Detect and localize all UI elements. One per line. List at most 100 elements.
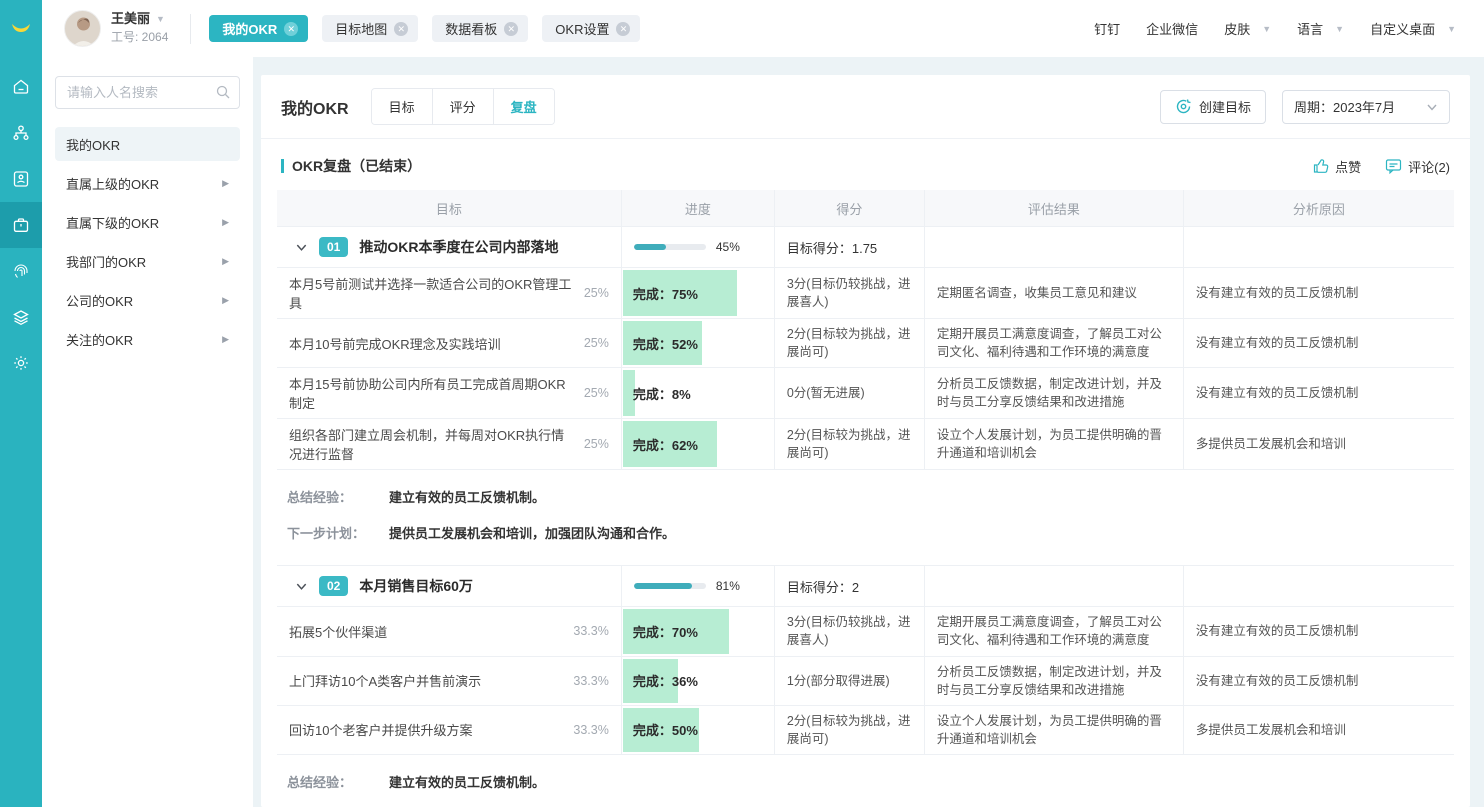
like-button[interactable]: 点赞 (1313, 157, 1361, 176)
workspace-tab-okr-settings[interactable]: OKR设置 ✕ (542, 15, 640, 42)
kr-evaluation: 定期开展员工满意度调查，了解员工对公司文化、福利待遇和工作环境的满意度 (925, 607, 1184, 655)
next-plan-text: 提供员工发展机会和培训，加强团队沟通和合作。 (389, 523, 675, 542)
sidebar-item-department-okr[interactable]: 我部门的OKR ▶ (55, 244, 240, 278)
search-icon[interactable] (215, 84, 231, 100)
col-score: 得分 (775, 190, 925, 226)
tab-scoring[interactable]: 评分 (433, 89, 494, 124)
rail-item-home[interactable] (0, 64, 42, 110)
workspace-tab-goal-map[interactable]: 目标地图 ✕ (322, 15, 418, 42)
like-label: 点赞 (1335, 157, 1361, 176)
kr-weight: 25% (584, 437, 609, 451)
completion-label: 完成：36% (622, 671, 698, 690)
comment-icon (1385, 158, 1402, 174)
close-icon[interactable]: ✕ (394, 22, 408, 36)
review-summary: 总结经验： 建立有效的员工反馈机制。 下一步计划： 提供员工发展机会和培训，加强… (277, 470, 1454, 565)
collapse-chevron-icon[interactable] (295, 241, 308, 254)
avatar[interactable] (64, 10, 101, 47)
kr-analysis: 没有建立有效的员工反馈机制 (1184, 607, 1454, 655)
close-icon[interactable]: ✕ (284, 22, 298, 36)
rail-item-okr-workspace[interactable] (0, 202, 42, 248)
rail-item-profile-doc[interactable] (0, 156, 42, 202)
rail-item-settings[interactable] (0, 340, 42, 386)
tab-label: 目标地图 (335, 19, 387, 38)
view-tabs: 目标 评分 复盘 (371, 88, 555, 125)
kr-analysis: 没有建立有效的员工反馈机制 (1184, 268, 1454, 318)
kr-row: 回访10个老客户并提供升级方案 33.3% 完成：50% 2分(目标较为挑战，进… (277, 706, 1454, 755)
workspace-tab-dashboard[interactable]: 数据看板 ✕ (432, 15, 528, 42)
sidebar-item-subordinate-okr[interactable]: 直属下级的OKR ▶ (55, 205, 240, 239)
org-chart-icon (11, 123, 31, 143)
app-logo[interactable] (0, 0, 42, 56)
search-input[interactable] (55, 76, 240, 109)
fingerprint-icon (11, 261, 31, 281)
home-icon (11, 77, 31, 97)
okr-sidebar: 我的OKR 直属上级的OKR ▶ 直属下级的OKR ▶ 我部门的OKR ▶ 公司… (42, 57, 253, 807)
chevron-right-icon: ▶ (222, 334, 229, 345)
employee-id: 工号: 2064 (111, 30, 168, 46)
chevron-right-icon: ▶ (222, 256, 229, 267)
sidebar-item-followed-okr[interactable]: 关注的OKR ▶ (55, 322, 240, 356)
comment-button[interactable]: 评论(2) (1385, 157, 1450, 176)
sidebar-item-supervisor-okr[interactable]: 直属上级的OKR ▶ (55, 166, 240, 200)
period-selector[interactable]: 周期：2023年7月 (1282, 90, 1450, 124)
close-icon[interactable]: ✕ (504, 22, 518, 36)
completion-label: 完成：70% (622, 622, 698, 641)
avatar-photo (65, 11, 101, 47)
chevron-down-icon: ▼ (1447, 24, 1456, 34)
tab-objectives[interactable]: 目标 (372, 89, 433, 124)
kr-title[interactable]: 上门拜访10个A类客户并售前演示 (289, 671, 481, 690)
tab-label: OKR设置 (555, 19, 609, 38)
summary-label: 总结经验： (287, 487, 375, 506)
link-wecom[interactable]: 企业微信 (1146, 19, 1198, 38)
kr-evaluation: 设立个人发展计划，为员工提供明确的晋升通道和培训机会 (925, 419, 1184, 469)
workspace-tabs: 我的OKR ✕ 目标地图 ✕ 数据看板 ✕ OKR设置 ✕ (209, 15, 640, 42)
kr-title[interactable]: 本月5号前测试并选择一款适合公司的OKR管理工具 (289, 274, 574, 312)
objective-group-1: 01 推动OKR本季度在公司内部落地 45% 目标得分：1.75 本月5号前测试… (277, 227, 1454, 565)
col-evaluation: 评估结果 (925, 190, 1184, 226)
kr-title[interactable]: 回访10个老客户并提供升级方案 (289, 720, 472, 739)
chevron-right-icon: ▶ (222, 295, 229, 306)
link-dingtalk[interactable]: 钉钉 (1094, 19, 1120, 38)
completion-label: 完成：62% (622, 435, 698, 454)
kr-title[interactable]: 本月10号前完成OKR理念及实践培训 (289, 334, 501, 353)
progress-bar (634, 244, 706, 250)
close-icon[interactable]: ✕ (616, 22, 630, 36)
divider (190, 14, 191, 44)
link-skin[interactable]: 皮肤▼ (1224, 19, 1271, 38)
summary-text: 建立有效的员工反馈机制。 (389, 772, 545, 791)
create-objective-button[interactable]: 创建目标 (1160, 90, 1266, 124)
progress-value: 81% (716, 579, 740, 593)
kr-title[interactable]: 组织各部门建立周会机制，并每周对OKR执行情况进行监督 (289, 425, 574, 463)
kr-analysis: 多提供员工发展机会和培训 (1184, 706, 1454, 754)
objective-score: 目标得分：2 (775, 566, 925, 606)
link-language[interactable]: 语言▼ (1297, 19, 1344, 38)
kr-title[interactable]: 拓展5个伙伴渠道 (289, 622, 387, 641)
sidebar-item-label: 我的OKR (66, 135, 120, 154)
chevron-down-icon[interactable]: ▼ (156, 14, 165, 26)
rail-item-org[interactable] (0, 110, 42, 156)
kr-row: 上门拜访10个A类客户并售前演示 33.3% 完成：36% 1分(部分取得进展)… (277, 657, 1454, 706)
tab-review[interactable]: 复盘 (494, 89, 554, 124)
link-custom-desktop[interactable]: 自定义桌面▼ (1370, 19, 1456, 38)
sidebar-item-company-okr[interactable]: 公司的OKR ▶ (55, 283, 240, 317)
rail-item-identity[interactable] (0, 248, 42, 294)
collapse-chevron-icon[interactable] (295, 580, 308, 593)
workspace-tab-my-okr[interactable]: 我的OKR ✕ (209, 15, 308, 42)
chevron-down-icon: ▼ (1335, 24, 1344, 34)
chevron-right-icon: ▶ (222, 217, 229, 228)
kr-title[interactable]: 本月15号前协助公司内所有员工完成首周期OKR制定 (289, 374, 574, 412)
kr-row: 组织各部门建立周会机制，并每周对OKR执行情况进行监督 25% 完成：62% 2… (277, 419, 1454, 470)
people-search (55, 76, 240, 109)
sidebar-item-my-okr[interactable]: 我的OKR (55, 127, 240, 161)
top-bar: 王美丽 ▼ 工号: 2064 我的OKR ✕ 目标地图 ✕ 数据看板 ✕ OKR… (42, 0, 1484, 57)
objective-title[interactable]: 推动OKR本季度在公司内部落地 (359, 237, 558, 257)
user-name[interactable]: 王美丽 (111, 11, 150, 28)
objective-title[interactable]: 本月销售目标60万 (359, 576, 473, 596)
page-title: 我的OKR (281, 95, 349, 119)
target-icon (1175, 98, 1192, 115)
chevron-down-icon: ▼ (1262, 24, 1271, 34)
kr-row: 本月5号前测试并选择一款适合公司的OKR管理工具 25% 完成：75% 3分(目… (277, 268, 1454, 319)
kr-weight: 25% (584, 286, 609, 300)
rail-item-stacks[interactable] (0, 294, 42, 340)
kr-analysis: 没有建立有效的员工反馈机制 (1184, 368, 1454, 418)
